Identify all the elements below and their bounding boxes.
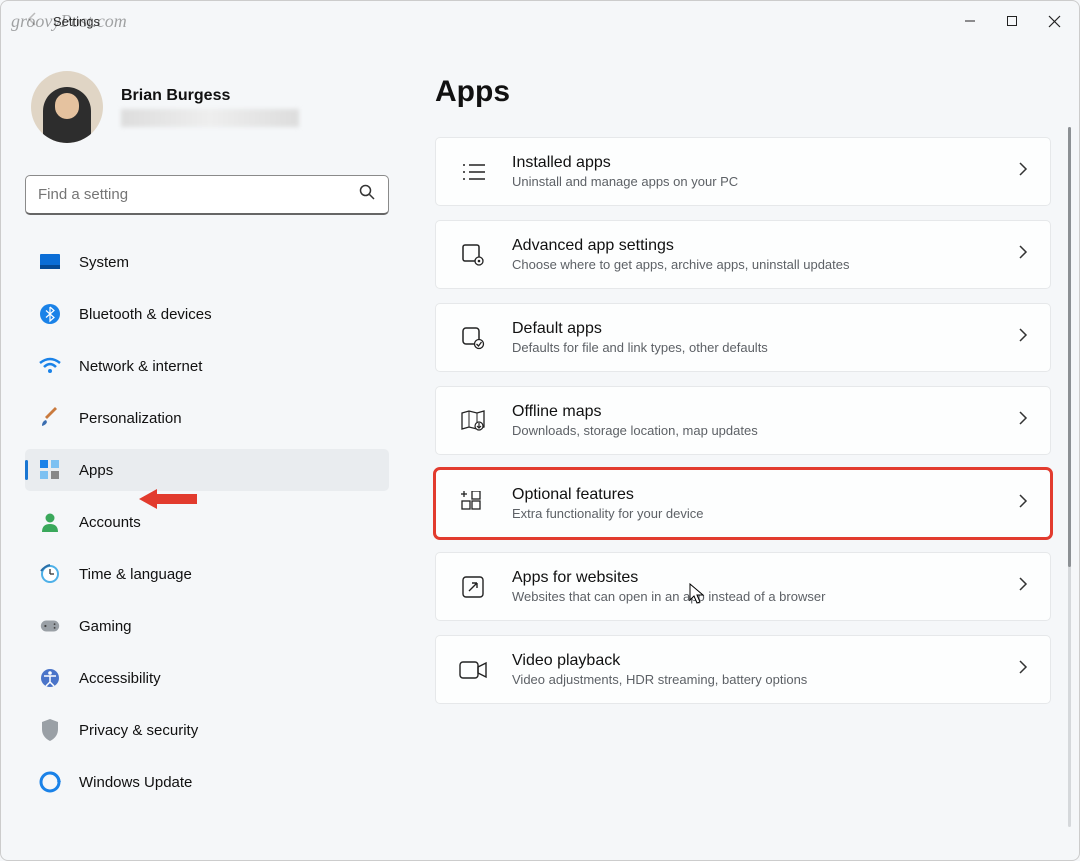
card-title: Offline maps bbox=[512, 403, 1018, 421]
profile-name: Brian Burgess bbox=[121, 87, 299, 105]
chevron-right-icon bbox=[1018, 576, 1028, 597]
maximize-button[interactable] bbox=[1005, 14, 1019, 28]
video-icon bbox=[458, 655, 488, 685]
settings-window: groovyPost.com Settings bbox=[0, 0, 1080, 861]
nav-label: Windows Update bbox=[79, 774, 192, 791]
chevron-right-icon bbox=[1018, 244, 1028, 265]
nav-label: Accounts bbox=[79, 514, 141, 531]
card-sub: Choose where to get apps, archive apps, … bbox=[512, 257, 1018, 272]
sidebar-item-accessibility[interactable]: Accessibility bbox=[25, 657, 389, 699]
sidebar-item-time[interactable]: Time & language bbox=[25, 553, 389, 595]
card-sub: Uninstall and manage apps on your PC bbox=[512, 174, 1018, 189]
card-sub: Video adjustments, HDR streaming, batter… bbox=[512, 672, 1018, 687]
chevron-right-icon bbox=[1018, 161, 1028, 182]
system-icon bbox=[39, 251, 61, 273]
avatar bbox=[31, 71, 103, 143]
nav-label: Privacy & security bbox=[79, 722, 198, 739]
gamepad-icon bbox=[39, 615, 61, 637]
card-title: Video playback bbox=[512, 652, 1018, 670]
update-icon bbox=[39, 771, 61, 793]
accessibility-icon bbox=[39, 667, 61, 689]
card-default-apps[interactable]: Default apps Defaults for file and link … bbox=[435, 303, 1051, 372]
nav-label: Network & internet bbox=[79, 358, 202, 375]
cursor-icon bbox=[689, 583, 705, 610]
search-icon[interactable] bbox=[358, 183, 376, 206]
features-icon bbox=[458, 489, 488, 519]
apps-icon bbox=[39, 459, 61, 481]
website-icon bbox=[458, 572, 488, 602]
card-installed-apps[interactable]: Installed apps Uninstall and manage apps… bbox=[435, 137, 1051, 206]
sidebar-item-bluetooth[interactable]: Bluetooth & devices bbox=[25, 293, 389, 335]
nav-label: Bluetooth & devices bbox=[79, 306, 212, 323]
search-box[interactable] bbox=[25, 175, 389, 215]
chevron-right-icon bbox=[1018, 327, 1028, 348]
card-optional-features[interactable]: Optional features Extra functionality fo… bbox=[435, 469, 1051, 538]
watermark: groovyPost.com bbox=[11, 11, 127, 32]
sidebar-item-gaming[interactable]: Gaming bbox=[25, 605, 389, 647]
scrollbar[interactable] bbox=[1068, 127, 1071, 827]
nav-label: Time & language bbox=[79, 566, 192, 583]
card-apps-for-websites[interactable]: Apps for websites Websites that can open… bbox=[435, 552, 1051, 621]
shield-icon bbox=[39, 719, 61, 741]
card-offline-maps[interactable]: Offline maps Downloads, storage location… bbox=[435, 386, 1051, 455]
titlebar: Settings bbox=[1, 1, 1079, 41]
nav-label: Apps bbox=[79, 462, 113, 479]
map-icon bbox=[458, 406, 488, 436]
nav: System Bluetooth & devices Network & int… bbox=[25, 241, 389, 813]
person-icon bbox=[39, 511, 61, 533]
clock-icon bbox=[39, 563, 61, 585]
card-video-playback[interactable]: Video playback Video adjustments, HDR st… bbox=[435, 635, 1051, 704]
card-title: Installed apps bbox=[512, 154, 1018, 172]
sidebar-item-system[interactable]: System bbox=[25, 241, 389, 283]
sidebar-item-apps[interactable]: Apps bbox=[25, 449, 389, 491]
sidebar-item-privacy[interactable]: Privacy & security bbox=[25, 709, 389, 751]
wifi-icon bbox=[39, 355, 61, 377]
page-title: Apps bbox=[435, 75, 1051, 109]
list-icon bbox=[458, 157, 488, 187]
chevron-right-icon bbox=[1018, 659, 1028, 680]
minimize-button[interactable] bbox=[963, 14, 977, 28]
sidebar-item-network[interactable]: Network & internet bbox=[25, 345, 389, 387]
profile[interactable]: Brian Burgess bbox=[25, 71, 389, 143]
bluetooth-icon bbox=[39, 303, 61, 325]
sidebar: Brian Burgess System bbox=[1, 41, 401, 860]
default-apps-icon bbox=[458, 323, 488, 353]
card-advanced-app-settings[interactable]: Advanced app settings Choose where to ge… bbox=[435, 220, 1051, 289]
sidebar-item-accounts[interactable]: Accounts bbox=[25, 501, 389, 543]
main-content: Apps Installed apps Uninstall and manage… bbox=[401, 41, 1079, 860]
app-gear-icon bbox=[458, 240, 488, 270]
annotation-arrow bbox=[139, 487, 199, 516]
close-button[interactable] bbox=[1047, 14, 1061, 28]
nav-label: Accessibility bbox=[79, 670, 161, 687]
nav-label: Gaming bbox=[79, 618, 132, 635]
nav-label: Personalization bbox=[79, 410, 182, 427]
card-title: Apps for websites bbox=[512, 569, 1018, 587]
card-title: Optional features bbox=[512, 486, 1018, 504]
card-sub: Defaults for file and link types, other … bbox=[512, 340, 1018, 355]
sidebar-item-personalization[interactable]: Personalization bbox=[25, 397, 389, 439]
card-sub: Downloads, storage location, map updates bbox=[512, 423, 1018, 438]
brush-icon bbox=[39, 407, 61, 429]
card-sub: Websites that can open in an app instead… bbox=[512, 589, 1018, 604]
sidebar-item-update[interactable]: Windows Update bbox=[25, 761, 389, 803]
search-input[interactable] bbox=[38, 186, 358, 203]
profile-email-redacted bbox=[121, 109, 299, 127]
card-title: Advanced app settings bbox=[512, 237, 1018, 255]
chevron-right-icon bbox=[1018, 410, 1028, 431]
nav-label: System bbox=[79, 254, 129, 271]
card-title: Default apps bbox=[512, 320, 1018, 338]
chevron-right-icon bbox=[1018, 493, 1028, 514]
scrollbar-thumb[interactable] bbox=[1068, 127, 1071, 567]
card-sub: Extra functionality for your device bbox=[512, 506, 1018, 521]
